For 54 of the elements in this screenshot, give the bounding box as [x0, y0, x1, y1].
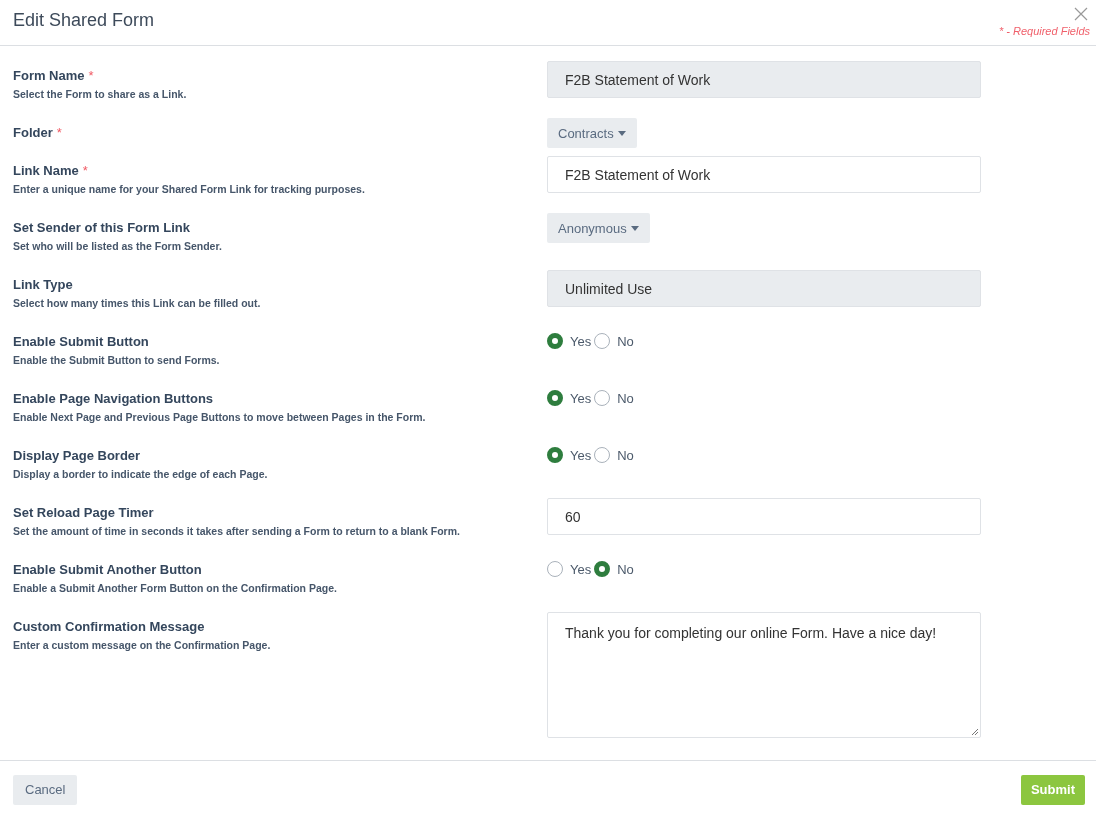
readonly-field: Unlimited Use [547, 270, 981, 307]
required-asterisk: * [82, 163, 88, 178]
dropdown-button[interactable]: Contracts [547, 118, 637, 148]
cancel-button[interactable]: Cancel [13, 774, 78, 805]
field-label: Set Reload Page Timer [13, 505, 154, 520]
caret-icon [617, 130, 626, 136]
field-label: Link Type [13, 277, 73, 292]
radio-button[interactable] [547, 333, 563, 349]
radio-button[interactable] [594, 333, 611, 349]
field-description: Display a border to indicate the edge of each Page. [13, 468, 269, 480]
radio-button[interactable] [547, 561, 563, 577]
field-label: Folder [13, 125, 53, 140]
caret-icon [630, 225, 639, 231]
field-label: Enable Page Navigation Buttons [13, 391, 214, 406]
message-textarea[interactable]: Thank you for completing our online Form. Have a nice day! [547, 612, 981, 738]
field-label: Form Name [13, 68, 85, 83]
input-field[interactable]: F2B Statement of Work [547, 156, 981, 193]
radio-button[interactable] [594, 447, 611, 463]
field-label: Custom Confirmation Message [13, 619, 205, 634]
field-label: Display Page Border [13, 448, 141, 463]
radio-label[interactable]: Yes [570, 447, 592, 463]
radio-label[interactable]: Yes [570, 333, 592, 349]
window-title: Edit Shared Form [12, 9, 155, 32]
field-description: Enable Next Page and Previous Page Buttons to move between Pages in the Form. [13, 411, 427, 423]
radio-label[interactable]: No [617, 333, 634, 349]
radio-button[interactable] [547, 447, 563, 463]
field-description: Set who will be listed as the Form Sender. [13, 240, 223, 252]
field-label: Link Name [13, 163, 79, 178]
field-label: Enable Submit Another Button [13, 562, 202, 577]
field-description: Set the amount of time in seconds it takes after sending a Form to return to a blank Form. [13, 525, 461, 537]
field-description: Select the Form to share as a Link. [13, 88, 188, 100]
radio-label[interactable]: Yes [570, 390, 592, 406]
field-description: Enter a unique name for your Shared Form Link for tracking purposes. [13, 183, 366, 195]
radio-button[interactable] [594, 390, 611, 406]
dropdown-button[interactable]: Anonymous [547, 213, 650, 243]
radio-label[interactable]: No [617, 390, 634, 406]
radio-label[interactable]: No [617, 561, 634, 577]
field-description: Enable the Submit Button to send Forms. [13, 354, 221, 366]
radio-label[interactable]: Yes [570, 561, 592, 577]
field-label: Set Sender of this Form Link [13, 220, 190, 235]
required-fields-note: * - Required Fields [998, 25, 1090, 37]
radio-label[interactable]: No [617, 447, 634, 463]
field-description: Enable a Submit Another Form Button on the Confirmation Page. [13, 582, 338, 594]
radio-button[interactable] [594, 561, 611, 577]
field-description: Enter a custom message on the Confirmation Page. [13, 639, 272, 651]
field-label: Enable Submit Button [13, 334, 149, 349]
field-description: Select how many times this Link can be filled out. [13, 297, 262, 309]
required-asterisk: * [88, 68, 94, 83]
input-field[interactable]: 60 [547, 498, 981, 535]
readonly-field: F2B Statement of Work [547, 61, 981, 98]
close-icon[interactable] [1074, 7, 1088, 21]
resize-handle-icon[interactable] [971, 728, 978, 735]
radio-button[interactable] [547, 390, 563, 406]
required-asterisk: * [56, 125, 62, 140]
